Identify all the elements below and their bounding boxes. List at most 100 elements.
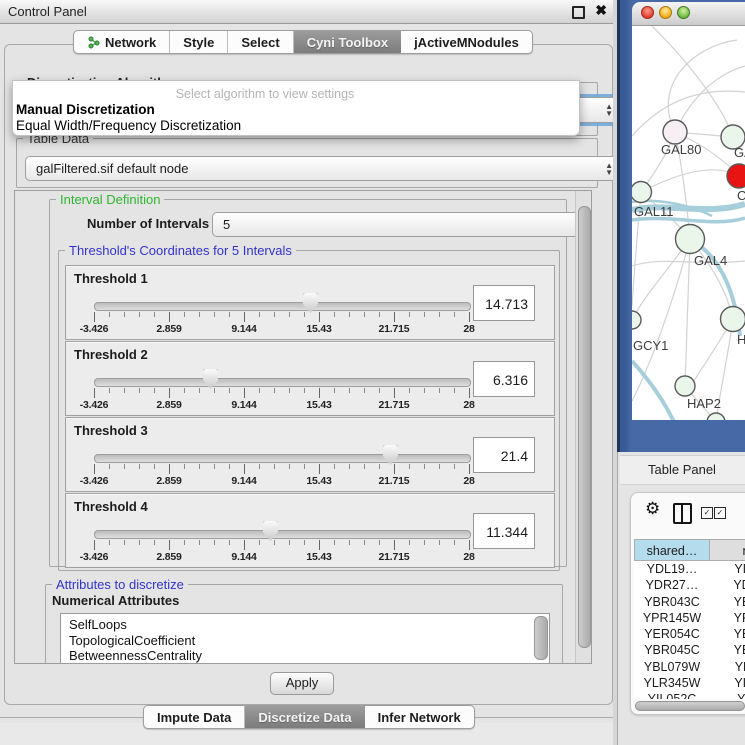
network-canvas[interactable]: GAL80 GA C GAL11 GAL4 GCY1 H HAP2 xyxy=(632,26,745,420)
horizontal-scrollbar[interactable] xyxy=(635,701,745,711)
tab-network[interactable]: Network xyxy=(74,31,170,53)
apply-button[interactable]: Apply xyxy=(270,672,334,695)
tick-label: 15.43 xyxy=(294,323,344,335)
node-gcy1[interactable] xyxy=(632,311,641,329)
tick-label: 9.144 xyxy=(219,551,269,563)
control-panel-titlebar[interactable]: Control Panel ✖ xyxy=(0,0,617,24)
node-red-selected[interactable] xyxy=(727,164,745,188)
list-item[interactable]: BetweennessCentrality xyxy=(61,648,549,664)
tab-discretize-data[interactable]: Discretize Data xyxy=(245,706,364,728)
tick-label: -3.426 xyxy=(69,551,119,563)
network-graph: GAL80 GA C GAL11 GAL4 GCY1 H HAP2 xyxy=(632,26,745,420)
table-row[interactable]: YDL19…YDL1 xyxy=(634,561,745,577)
table-row[interactable]: YDR27…YDR2 xyxy=(634,577,745,593)
column-header-shared[interactable]: shared… xyxy=(634,539,710,561)
tick-label: 2.859 xyxy=(144,399,194,411)
select-columns-icon[interactable]: ✓ ✓ xyxy=(701,507,726,519)
close-icon[interactable]: ✖ xyxy=(595,2,607,19)
close-traffic-light-icon[interactable] xyxy=(641,6,654,19)
tick-label: 21.715 xyxy=(369,475,419,487)
threshold-4-panel: Threshold 4 -3.426 2.859 9.144 15.43 21.… xyxy=(65,493,555,568)
threshold-3-panel: Threshold 3 -3.426 2.859 9.144 15.43 21.… xyxy=(65,417,555,492)
combo-stepper-icon: ▲▼ xyxy=(605,103,613,117)
node-label: H xyxy=(737,332,745,347)
node-gal11[interactable] xyxy=(632,182,652,203)
threshold-4-slider-track[interactable] xyxy=(94,530,471,539)
node-h[interactable] xyxy=(721,307,745,332)
tab-impute-data[interactable]: Impute Data xyxy=(144,706,245,728)
threshold-1-ticks xyxy=(94,312,470,322)
checkbox-icon: ✓ xyxy=(714,507,726,519)
zoom-traffic-light-icon[interactable] xyxy=(677,6,690,19)
interval-definition-group: Interval Definition Number of Intervals … xyxy=(49,199,567,567)
settings-scroll-area: Interval Definition Number of Intervals … xyxy=(14,190,592,664)
table-row[interactable]: YER054CYER0 xyxy=(634,626,745,642)
threshold-2-slider-track[interactable] xyxy=(94,378,471,387)
table-row[interactable]: YBR043CYBR0 xyxy=(634,594,745,610)
algorithm-dropdown: Select algorithm to view settings Manual… xyxy=(12,80,580,136)
split-columns-icon[interactable] xyxy=(673,503,692,524)
tab-jactivemnodules[interactable]: jActiveMNodules xyxy=(401,31,532,53)
table-rows: YDL19…YDL1 YDR27…YDR2 YBR043CYBR0 YPR145… xyxy=(634,561,745,699)
threshold-3-label: Threshold 3 xyxy=(74,423,148,438)
thresholds-group-title: Threshold's Coordinates for 5 Intervals xyxy=(65,243,296,258)
threshold-2-value-field[interactable]: 6.316 xyxy=(473,361,535,397)
number-of-intervals-combo[interactable]: 5 ▲▼ xyxy=(212,212,592,237)
table-row[interactable]: YPR145WYPR1 xyxy=(634,610,745,626)
dropdown-option-manual[interactable]: Manual Discretization xyxy=(16,102,155,117)
minimize-traffic-light-icon[interactable] xyxy=(659,6,672,19)
tab-cyni-toolbox[interactable]: Cyni Toolbox xyxy=(294,31,401,53)
table-row[interactable]: YBR045CYBR0 xyxy=(634,642,745,658)
top-tab-bar: Network Style Select Cyni Toolbox jActiv… xyxy=(73,30,533,54)
attributes-list: SelfLoops TopologicalCoefficient Between… xyxy=(60,613,550,664)
node-gal4[interactable] xyxy=(676,225,705,254)
tick-label: 9.144 xyxy=(219,399,269,411)
tick-label: 15.43 xyxy=(294,551,344,563)
table-row[interactable]: YLR345WYLR3 xyxy=(634,675,745,691)
node-hap2[interactable] xyxy=(675,376,695,396)
dropdown-option-equal-width[interactable]: Equal Width/Frequency Discretization xyxy=(16,118,241,133)
tick-label: 2.859 xyxy=(144,475,194,487)
tick-label: 2.859 xyxy=(144,551,194,563)
threshold-3-slider-track[interactable] xyxy=(94,454,471,463)
threshold-4-label: Threshold 4 xyxy=(74,499,148,514)
network-edges xyxy=(632,26,745,420)
network-window-titlebar[interactable] xyxy=(632,2,745,26)
table-panel-header-bar[interactable]: Table Panel xyxy=(620,455,745,485)
tick-label: 28 xyxy=(444,399,494,411)
bottom-tab-bar: Impute Data Discretize Data Infer Networ… xyxy=(143,705,475,729)
table-row[interactable]: YIL052CYIL0 xyxy=(634,691,745,699)
table-panel: ⚙ ✓ ✓ shared… na YDL19…YDL1 YDR27…YDR2 Y… xyxy=(630,492,745,715)
gear-icon[interactable]: ⚙ xyxy=(645,499,660,519)
number-of-intervals-value: 5 xyxy=(223,217,230,232)
threshold-2-panel: Threshold 2 -3.426 2.859 9.144 15.43 21.… xyxy=(65,341,555,416)
table-data-combo[interactable]: galFiltered.sif default node ▲▼ xyxy=(25,156,621,181)
attributes-group-title: Attributes to discretize xyxy=(52,577,188,592)
tab-style[interactable]: Style xyxy=(170,31,228,53)
threshold-4-value-field[interactable]: 11.344 xyxy=(473,513,535,549)
thresholds-group: Threshold's Coordinates for 5 Intervals … xyxy=(58,250,560,571)
list-item[interactable]: SelfLoops xyxy=(61,614,549,633)
tick-label: 28 xyxy=(444,323,494,335)
tick-label: 15.43 xyxy=(294,475,344,487)
list-item[interactable]: TopologicalCoefficient xyxy=(61,633,549,649)
float-window-icon[interactable] xyxy=(572,6,585,19)
list-scrollbar[interactable] xyxy=(534,616,548,660)
scrollbar-track[interactable] xyxy=(575,191,592,663)
threshold-1-value-field[interactable]: 14.713 xyxy=(473,285,535,321)
attributes-group: Attributes to discretize Numerical Attri… xyxy=(45,584,563,664)
combo-stepper-icon: ▲▼ xyxy=(605,162,613,176)
threshold-3-value-field[interactable]: 21.4 xyxy=(473,437,535,473)
threshold-1-slider-track[interactable] xyxy=(94,302,471,311)
scrollbar-thumb[interactable] xyxy=(578,206,591,648)
tab-select[interactable]: Select xyxy=(228,31,293,53)
tick-label: 28 xyxy=(444,475,494,487)
threshold-4-ticks xyxy=(94,540,470,550)
tick-label: -3.426 xyxy=(69,475,119,487)
tab-infer-network[interactable]: Infer Network xyxy=(365,706,474,728)
column-header-name[interactable]: na xyxy=(710,539,745,561)
threshold-3-ticks xyxy=(94,464,470,474)
table-panel-title: Table Panel xyxy=(648,462,716,477)
table-row[interactable]: YBL079WYBL0 xyxy=(634,659,745,675)
node-gal80[interactable] xyxy=(663,120,687,144)
